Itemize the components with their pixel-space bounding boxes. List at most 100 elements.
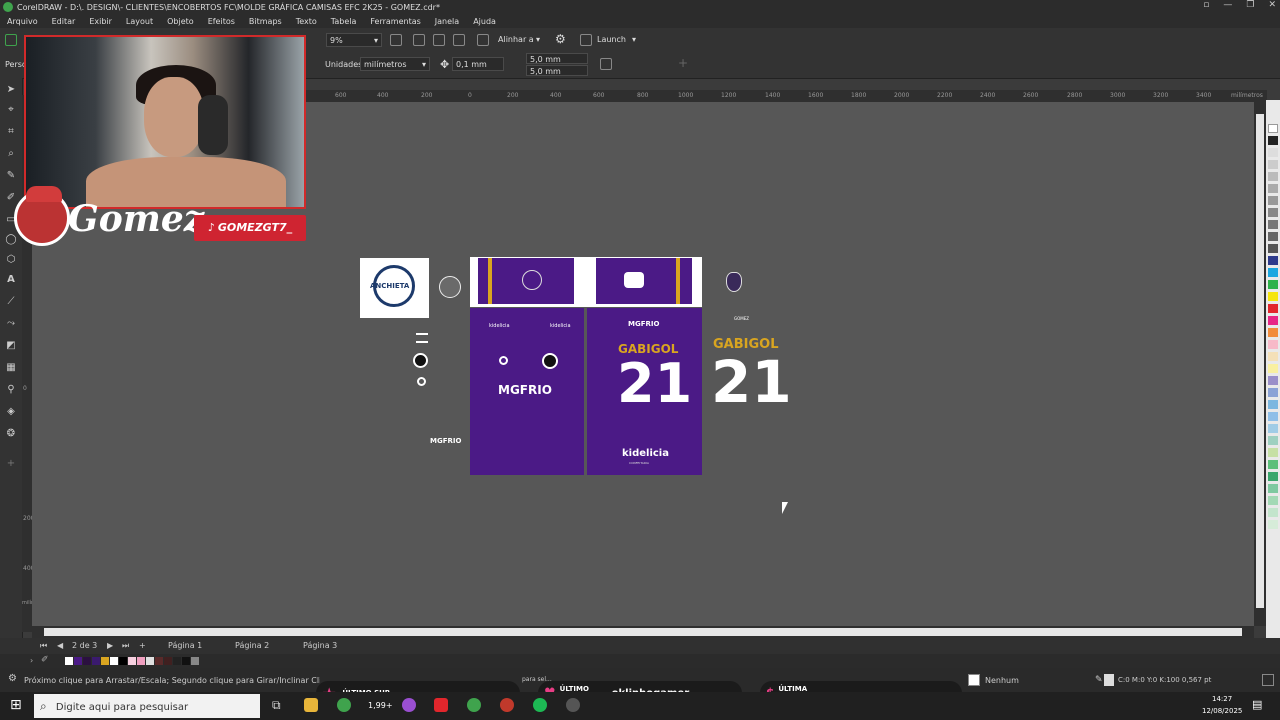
- palette-swatch[interactable]: [1268, 172, 1278, 181]
- palette-swatch[interactable]: [1268, 184, 1278, 193]
- zoom-to-page-icon[interactable]: [390, 34, 402, 46]
- palette-swatch[interactable]: [1268, 412, 1278, 421]
- doc-swatch[interactable]: [155, 657, 163, 665]
- taskbar-search[interactable]: ⌕ Digite aqui para pesquisar: [34, 694, 260, 718]
- task-view-icon[interactable]: ⧉: [272, 698, 281, 713]
- notification-icon[interactable]: ▤: [1252, 698, 1262, 711]
- menu-layout[interactable]: Layout: [126, 17, 153, 26]
- palette-swatch[interactable]: [1268, 208, 1278, 217]
- plus-icon[interactable]: +: [5, 458, 17, 470]
- palette-swatch[interactable]: [1268, 148, 1278, 157]
- duplicate-y-field[interactable]: 5,0 mm: [526, 65, 588, 76]
- shield-icon[interactable]: [726, 272, 742, 292]
- last-page-button[interactable]: ⏭: [122, 641, 129, 651]
- windows-start-icon[interactable]: ⊞: [10, 697, 22, 713]
- palette-swatch[interactable]: [1268, 400, 1278, 409]
- file-explorer-icon[interactable]: [304, 698, 318, 712]
- taskbar-price[interactable]: 1,99+: [368, 701, 393, 710]
- full-screen-preview-icon[interactable]: [413, 34, 425, 46]
- palette-swatch[interactable]: [1268, 460, 1278, 469]
- palette-swatch[interactable]: [1268, 436, 1278, 445]
- doc-swatch[interactable]: [182, 657, 190, 665]
- align-to-dropdown[interactable]: Alinhar a: [498, 35, 534, 44]
- right-sleeve[interactable]: [596, 258, 692, 304]
- menu-exibir[interactable]: Exibir: [89, 17, 112, 26]
- chevron-down-icon[interactable]: ▾: [632, 35, 636, 44]
- small-text-mark[interactable]: [416, 333, 428, 335]
- coreldraw-taskbar-icon[interactable]: [467, 698, 481, 712]
- prev-page-button[interactable]: ◀: [57, 641, 63, 650]
- maximize-button[interactable]: ❐: [1246, 0, 1254, 10]
- first-page-button[interactable]: ⏮: [40, 641, 47, 651]
- palette-swatch[interactable]: [1268, 244, 1278, 253]
- palette-swatch[interactable]: [1268, 328, 1278, 337]
- palette-swatch[interactable]: [1268, 220, 1278, 229]
- crest-small-icon[interactable]: [439, 276, 461, 298]
- doc-swatch[interactable]: [119, 657, 127, 665]
- minimize-button[interactable]: —: [1223, 0, 1232, 10]
- menu-bitmaps[interactable]: Bitmaps: [249, 17, 282, 26]
- menu-texto[interactable]: Texto: [296, 17, 317, 26]
- jersey-back[interactable]: MGFRIO GABIGOL 21 kidelicia CONFEITARIA: [587, 308, 702, 475]
- restore-small-icon[interactable]: ▫: [1203, 0, 1209, 10]
- doc-swatch[interactable]: [101, 657, 109, 665]
- treat-as-filled-icon[interactable]: [600, 58, 612, 70]
- palette-swatch[interactable]: [1268, 448, 1278, 457]
- menu-janela[interactable]: Janela: [435, 17, 459, 26]
- efc-badge-icon[interactable]: [413, 353, 428, 368]
- pick-tool-icon[interactable]: ➤: [5, 84, 17, 96]
- side-sponsor-text[interactable]: MGFRIO: [430, 437, 461, 445]
- palette-swatch[interactable]: [1268, 508, 1278, 517]
- snap-to-icon[interactable]: [477, 34, 489, 46]
- palette-swatch[interactable]: [1268, 256, 1278, 265]
- chevron-down-icon[interactable]: ▾: [536, 35, 540, 44]
- clock-time[interactable]: 14:27: [1212, 695, 1232, 703]
- palette-swatch[interactable]: [1268, 496, 1278, 505]
- show-guidelines-icon[interactable]: [453, 34, 465, 46]
- next-page-button[interactable]: ▶: [107, 641, 113, 650]
- show-grid-icon[interactable]: [433, 34, 445, 46]
- palette-swatch[interactable]: [1268, 268, 1278, 277]
- no-fill-icon[interactable]: [968, 674, 980, 686]
- nudge-distance-field[interactable]: 0,1 mm: [452, 57, 504, 71]
- brand-logo-icon[interactable]: [417, 377, 426, 386]
- doc-swatch[interactable]: [137, 657, 145, 665]
- app-icon[interactable]: [402, 698, 416, 712]
- polygon-tool-icon[interactable]: ⬡: [5, 254, 17, 266]
- doc-swatch[interactable]: [74, 657, 82, 665]
- palette-swatch[interactable]: [1268, 316, 1278, 325]
- doc-swatch[interactable]: [65, 657, 73, 665]
- menu-ferramentas[interactable]: Ferramentas: [370, 17, 420, 26]
- palette-swatch[interactable]: [1268, 424, 1278, 433]
- close-button[interactable]: ✕: [1268, 0, 1276, 10]
- zoom-tool-icon[interactable]: ⌕: [5, 148, 17, 160]
- doc-swatch[interactable]: [164, 657, 172, 665]
- palette-swatch[interactable]: [1268, 232, 1278, 241]
- palette-swatch[interactable]: [1268, 196, 1278, 205]
- doc-swatch[interactable]: [110, 657, 118, 665]
- new-document-icon[interactable]: [5, 34, 17, 46]
- palette-swatch[interactable]: [1268, 388, 1278, 397]
- gear-icon[interactable]: ⚙: [555, 32, 566, 46]
- palette-swatch[interactable]: [1268, 484, 1278, 493]
- palette-swatch[interactable]: [1268, 472, 1278, 481]
- window-layout-icon[interactable]: [1262, 674, 1274, 686]
- gear-icon[interactable]: ⚙: [8, 673, 17, 684]
- vertical-scrollbar[interactable]: [1254, 102, 1266, 626]
- menu-efeitos[interactable]: Efeitos: [208, 17, 235, 26]
- tab-page-3[interactable]: Página 3: [303, 641, 337, 650]
- freehand-tool-icon[interactable]: ✎: [5, 170, 17, 182]
- menu-arquivo[interactable]: Arquivo: [7, 17, 38, 26]
- palette-swatch[interactable]: [1268, 160, 1278, 169]
- launch-dropdown[interactable]: Launch: [597, 35, 626, 44]
- palette-swatch[interactable]: [1268, 124, 1278, 133]
- duplicate-x-field[interactable]: 5,0 mm: [526, 53, 588, 64]
- small-label[interactable]: GOMEZ: [734, 316, 749, 321]
- connector-tool-icon[interactable]: ⤳: [5, 318, 17, 330]
- app-icon[interactable]: [500, 698, 514, 712]
- tab-page-1[interactable]: Página 1: [168, 641, 202, 650]
- interactive-fill-icon[interactable]: ◈: [5, 406, 17, 418]
- crop-tool-icon[interactable]: ⌗: [5, 126, 17, 138]
- shape-tool-icon[interactable]: ⌖: [5, 104, 17, 116]
- outline-color-swatch[interactable]: [1104, 674, 1114, 686]
